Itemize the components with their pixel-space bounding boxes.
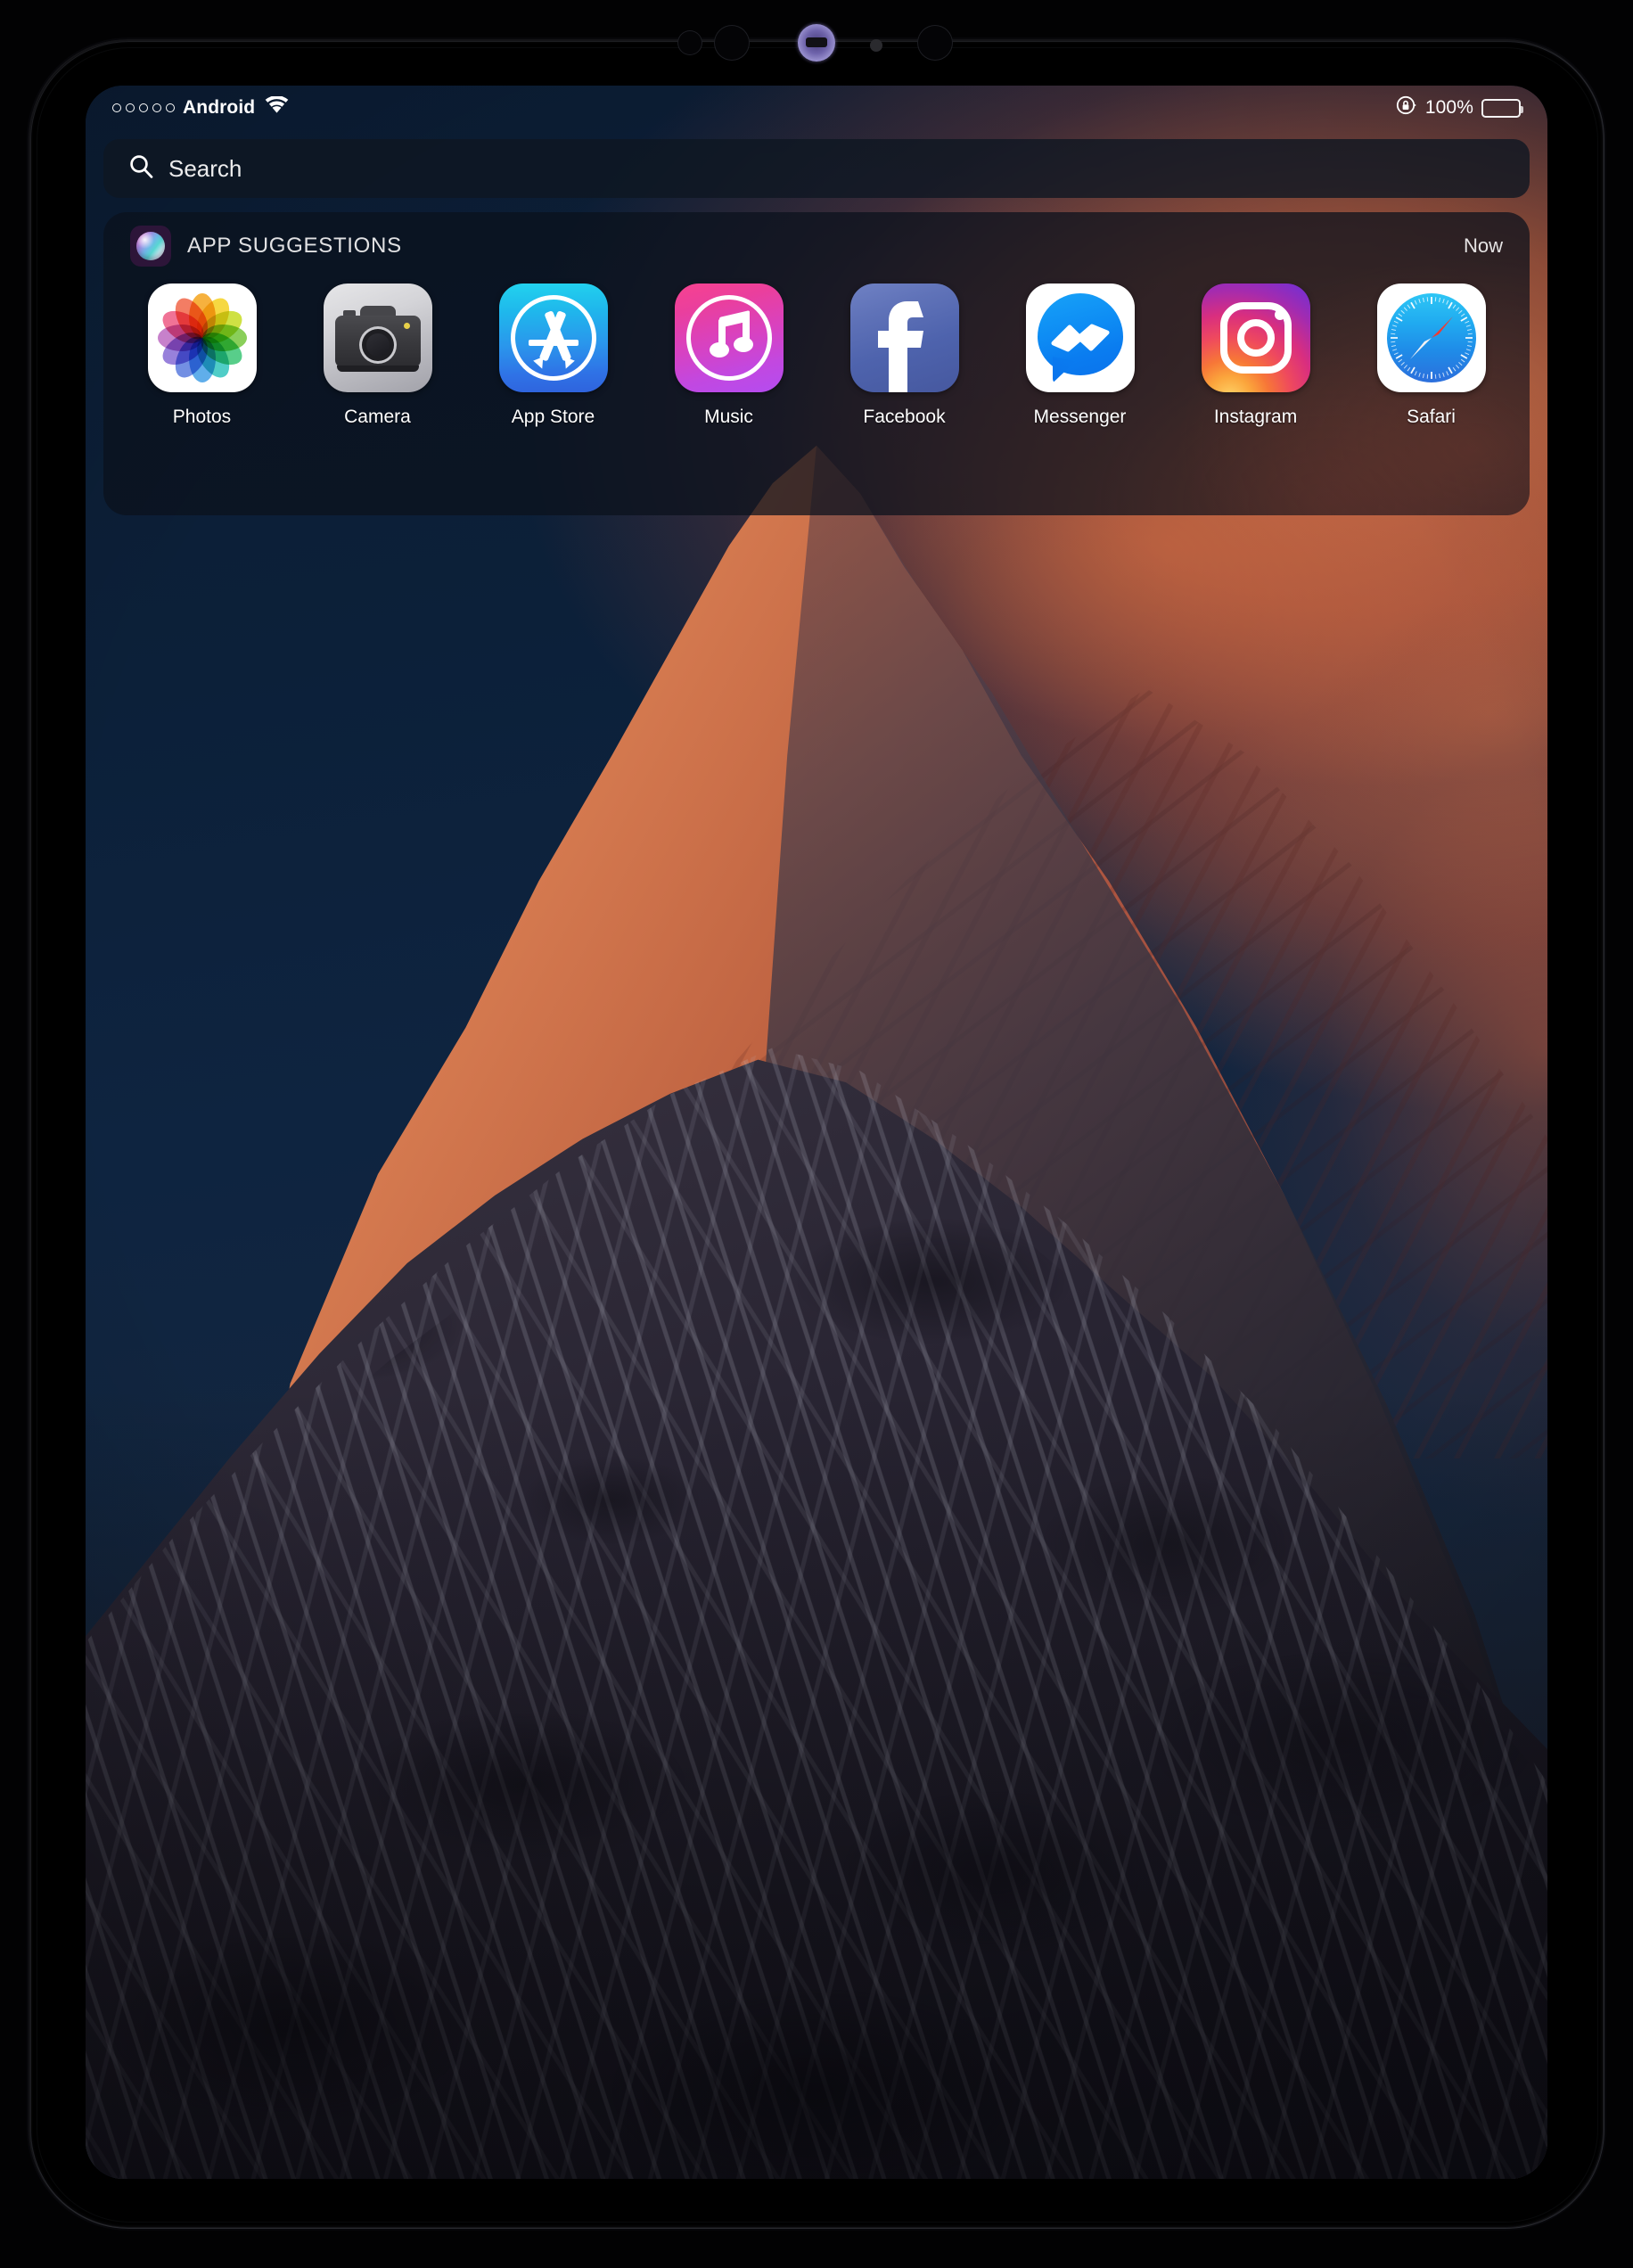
search-input[interactable]: Search (168, 155, 242, 183)
tablet-screen: Android 100% Search APP SUGGESTIONS Now … (86, 86, 1547, 2179)
facebook-icon[interactable] (849, 284, 959, 392)
app-suggestions-widget[interactable]: APP SUGGESTIONS Now Photos Camera App St… (103, 212, 1530, 515)
ambient-light-sensor-icon (714, 25, 750, 61)
siri-icon (130, 226, 171, 267)
microphone-icon (870, 39, 882, 52)
app-label: App Store (511, 407, 595, 427)
infrared-sensor-icon (917, 25, 953, 61)
app-label: Camera (344, 407, 411, 427)
app-item-facebook[interactable]: Facebook (825, 284, 985, 428)
app-item-camera[interactable]: Camera (298, 284, 458, 428)
widget-title: APP SUGGESTIONS (187, 234, 402, 258)
app-label: Messenger (1033, 407, 1127, 427)
app-store-icon[interactable] (498, 284, 608, 392)
battery-full-icon (1481, 98, 1524, 118)
app-item-messenger[interactable]: Messenger (1000, 284, 1161, 428)
search-bar[interactable]: Search (103, 139, 1530, 198)
messenger-icon[interactable] (1025, 284, 1135, 392)
widget-header: APP SUGGESTIONS Now (103, 212, 1530, 280)
safari-icon[interactable] (1376, 284, 1486, 392)
app-label: Photos (172, 407, 232, 427)
status-bar-right: 100% (1396, 94, 1524, 121)
app-item-safari[interactable]: Safari (1351, 284, 1512, 428)
instagram-icon[interactable] (1201, 284, 1310, 392)
search-icon (128, 153, 154, 184)
music-icon[interactable] (674, 284, 784, 392)
app-item-photos[interactable]: Photos (122, 284, 283, 428)
app-label: Instagram (1213, 407, 1298, 427)
app-label: Music (704, 407, 753, 427)
device-frame: Android 100% Search APP SUGGESTIONS Now … (0, 0, 1633, 2268)
battery-percentage: 100% (1424, 97, 1473, 118)
widget-timestamp: Now (1463, 234, 1503, 257)
app-item-music[interactable]: Music (649, 284, 809, 428)
camera-icon[interactable] (323, 284, 432, 392)
status-bar: Android 100% (86, 86, 1547, 130)
app-item-app-store[interactable]: App Store (473, 284, 634, 428)
status-bar-left: Android (112, 95, 289, 119)
signal-dots-icon (112, 103, 175, 112)
app-item-instagram[interactable]: Instagram (1176, 284, 1336, 428)
app-label: Facebook (863, 407, 946, 427)
front-camera-icon (798, 24, 835, 62)
wifi-icon (265, 95, 289, 119)
app-suggestion-list: Photos Camera App Store Music Facebook M… (103, 284, 1530, 428)
rotation-lock-icon (1396, 94, 1417, 121)
photos-icon[interactable] (147, 284, 257, 392)
carrier-label: Android (183, 97, 256, 118)
proximity-sensor-icon (677, 30, 702, 55)
app-label: Safari (1407, 407, 1456, 427)
